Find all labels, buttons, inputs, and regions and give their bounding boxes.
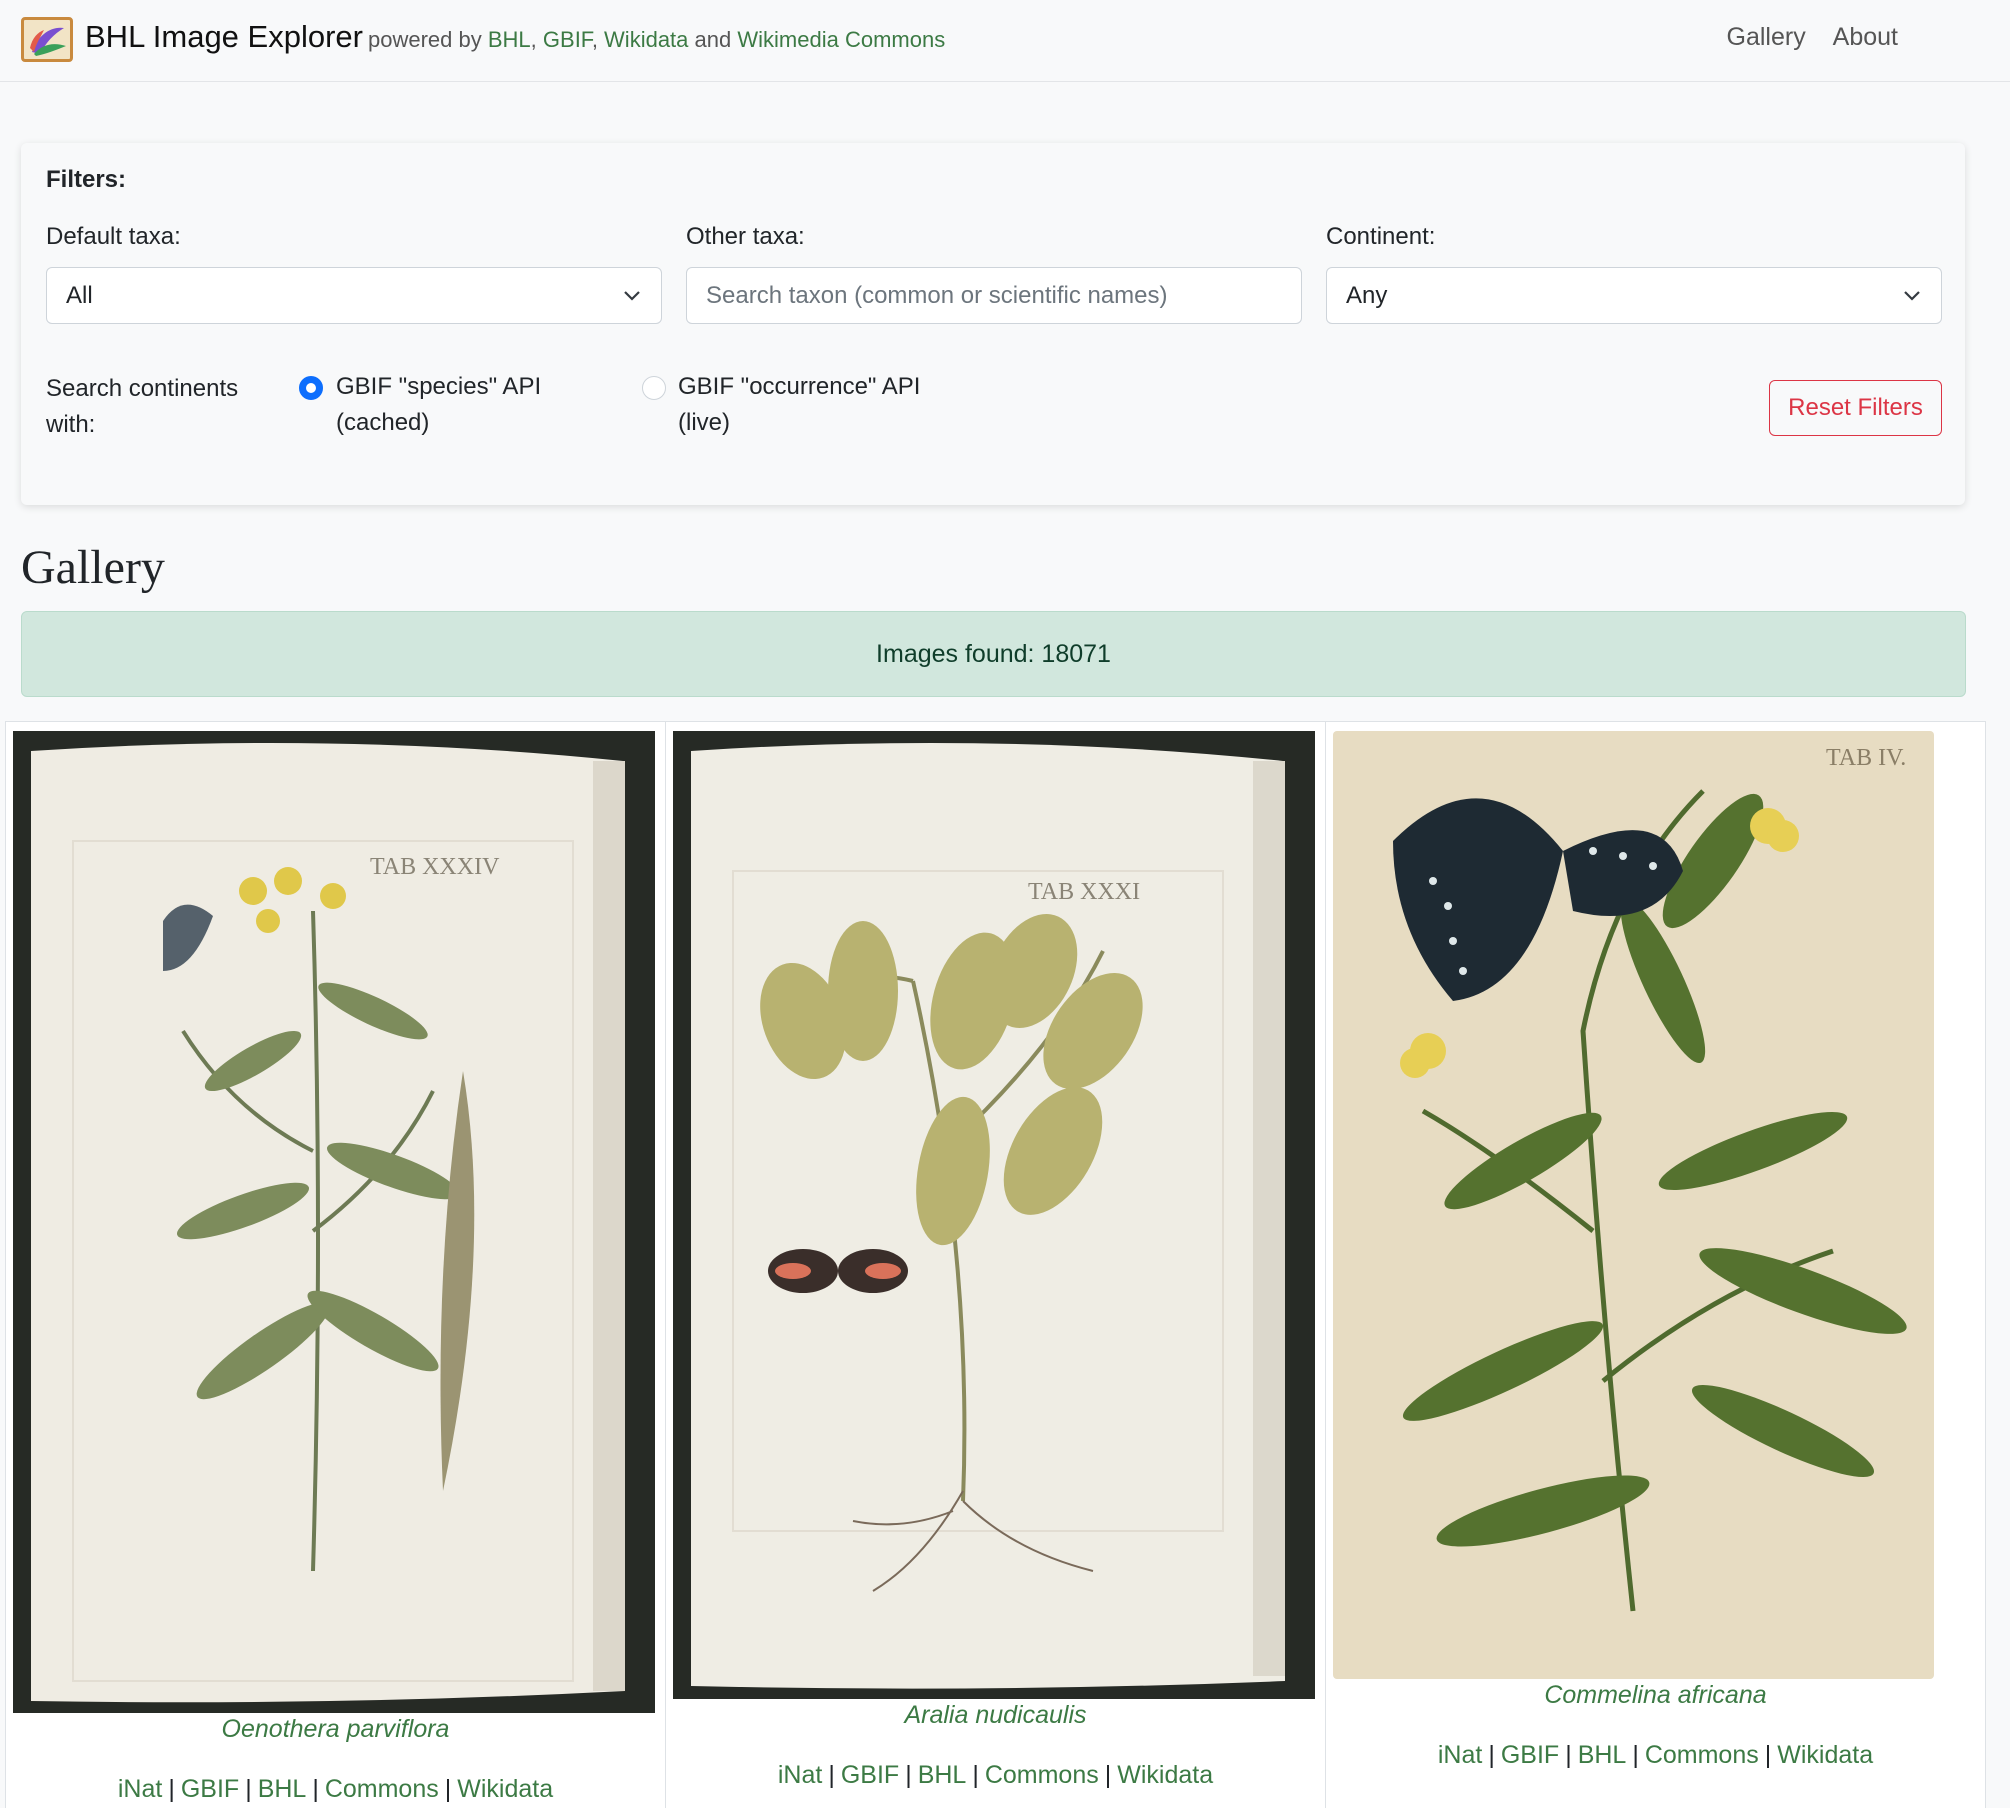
radio-species-label[interactable]: GBIF "species" API (cached)	[336, 369, 566, 441]
search-continents-label: Search continents with:	[46, 375, 239, 438]
powered-and: and	[694, 27, 732, 52]
link-bhl[interactable]: BHL	[258, 1775, 307, 1803]
gallery-card: TAB XXXI Aralia nudicaulis iNat | GBIF |…	[665, 721, 1326, 1808]
default-taxa-label: Default taxa:	[46, 223, 181, 250]
continent-label: Continent:	[1326, 223, 1436, 250]
link-inat[interactable]: iNat	[118, 1775, 162, 1803]
link-wikidata[interactable]: Wikidata	[457, 1775, 553, 1803]
reset-filters-button[interactable]: Reset Filters	[1769, 380, 1942, 436]
link-wikidata[interactable]: Wikidata	[1117, 1761, 1213, 1789]
powered-prefix: powered by	[368, 27, 482, 52]
link-gbif[interactable]: GBIF	[841, 1761, 899, 1789]
plate-number: TAB XXXIV	[370, 854, 500, 880]
species-name[interactable]: Commelina africana	[1326, 1681, 1985, 1710]
plate-number: TAB IV.	[1826, 745, 1906, 771]
other-taxa-label: Other taxa:	[686, 223, 805, 250]
radio-species-api[interactable]	[299, 376, 323, 400]
species-links: iNat | GBIF | BHL | Commons | Wikidata	[117, 1775, 554, 1803]
default-taxa-value: All	[66, 282, 93, 309]
link-gbif[interactable]: GBIF	[181, 1775, 239, 1803]
images-found-banner: Images found: 18071	[21, 611, 1966, 697]
other-taxa-placeholder: Search taxon (common or scientific names…	[706, 282, 1168, 309]
link-commons[interactable]: Commons	[325, 1775, 439, 1803]
app-logo-icon[interactable]	[21, 17, 73, 62]
link-bhl[interactable]: BHL	[1578, 1741, 1627, 1769]
link-inat[interactable]: iNat	[1438, 1741, 1482, 1769]
plate-image[interactable]: TAB XXXIV	[13, 731, 655, 1713]
link-bhl[interactable]: BHL	[918, 1761, 967, 1789]
radio-occurrence-api[interactable]	[642, 376, 666, 400]
link-commons[interactable]: Commons	[985, 1761, 1099, 1789]
chevron-down-icon	[624, 291, 640, 301]
link-commons[interactable]: Commons	[1645, 1741, 1759, 1769]
app-brand[interactable]: BHL Image Explorer	[85, 19, 363, 55]
other-taxa-input[interactable]: Search taxon (common or scientific names…	[686, 267, 1302, 324]
link-inat[interactable]: iNat	[778, 1761, 822, 1789]
nav-gallery[interactable]: Gallery	[1727, 23, 1806, 51]
plate-image[interactable]: TAB IV.	[1333, 731, 1934, 1679]
plate-image[interactable]: TAB XXXI	[673, 731, 1315, 1699]
link-wikidata[interactable]: Wikidata	[1777, 1741, 1873, 1769]
gallery-title: Gallery	[21, 541, 165, 594]
filters-card: Filters: Default taxa: All Other taxa: S…	[21, 143, 1965, 505]
species-links: iNat | GBIF | BHL | Commons | Wikidata	[777, 1761, 1214, 1789]
link-wikimedia-commons[interactable]: Wikimedia Commons	[737, 27, 945, 52]
continent-value: Any	[1346, 282, 1388, 309]
link-gbif[interactable]: GBIF	[543, 27, 592, 52]
nav-links: Gallery About	[1707, 23, 1898, 52]
powered-by: powered by BHL, GBIF, Wikidata and Wikim…	[368, 27, 946, 52]
link-wikidata[interactable]: Wikidata	[604, 27, 688, 52]
gallery-card: TAB IV. Commelina africana iNat | GBIF |…	[1325, 721, 1986, 1808]
navbar: BHL Image Explorer powered by BHL, GBIF,…	[0, 0, 2010, 82]
chevron-down-icon	[1904, 291, 1920, 301]
link-gbif[interactable]: GBIF	[1501, 1741, 1559, 1769]
default-taxa-select[interactable]: All	[46, 267, 662, 324]
nav-about[interactable]: About	[1833, 23, 1898, 51]
continent-select[interactable]: Any	[1326, 267, 1942, 324]
link-bhl[interactable]: BHL	[488, 27, 531, 52]
filters-title: Filters:	[46, 166, 127, 193]
gallery-card: TAB XXXIV Oenothera parviflora iNat | GB…	[5, 721, 666, 1808]
species-name[interactable]: Aralia nudicaulis	[666, 1701, 1325, 1730]
species-links: iNat | GBIF | BHL | Commons | Wikidata	[1437, 1741, 1874, 1769]
plate-number: TAB XXXI	[1028, 879, 1140, 905]
species-name[interactable]: Oenothera parviflora	[6, 1715, 665, 1744]
radio-occurrence-label[interactable]: GBIF "occurrence" API (live)	[678, 369, 938, 441]
